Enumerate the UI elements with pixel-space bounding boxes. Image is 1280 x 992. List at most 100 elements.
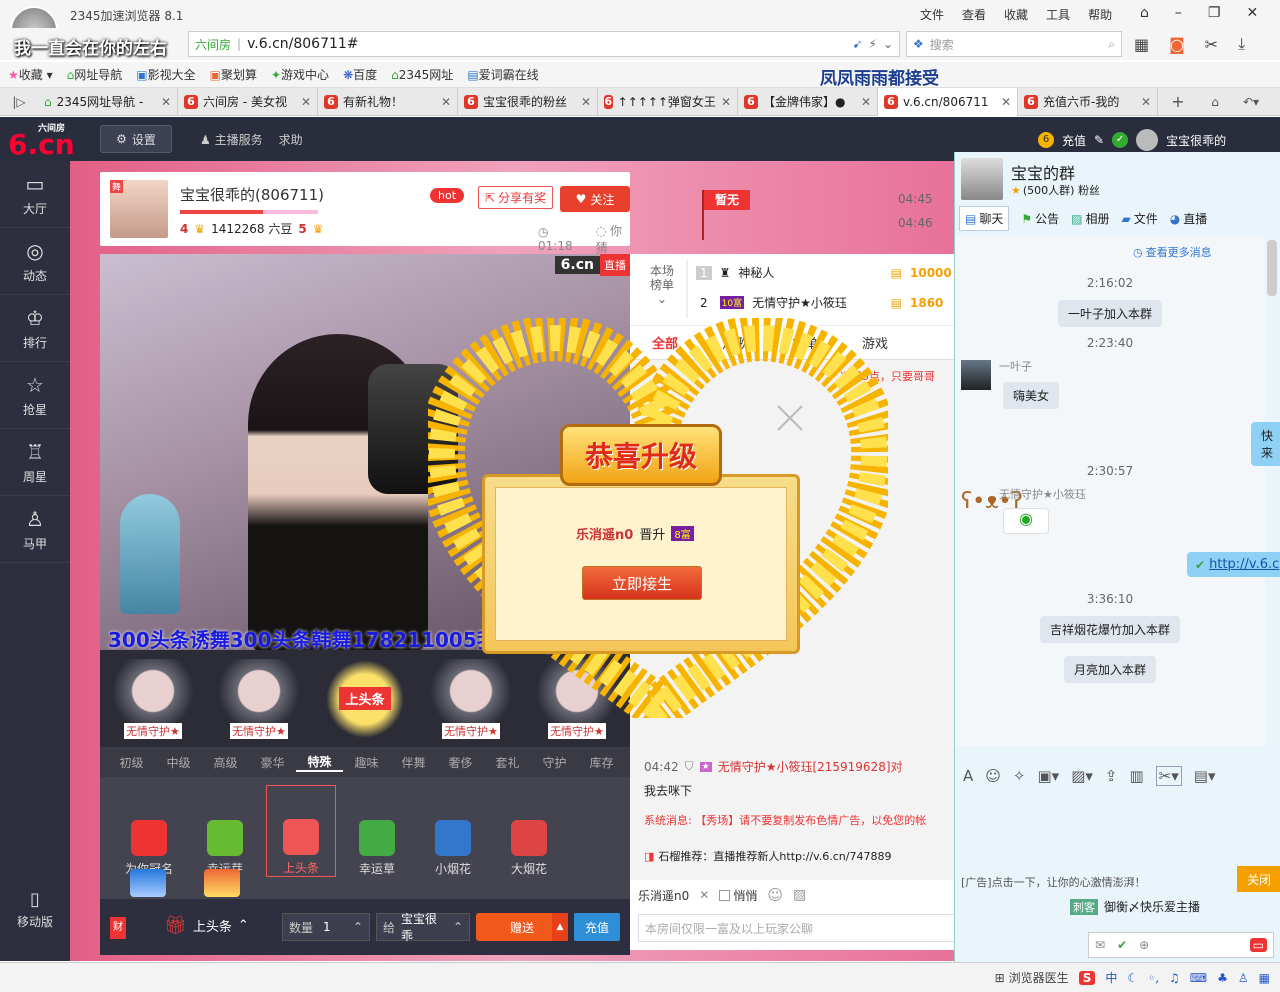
chevron-down-icon[interactable]: ⌄ <box>883 37 893 51</box>
tab-new-gift[interactable]: 6 有新礼物！ ✕ <box>318 87 458 116</box>
tab-gold[interactable]: 6 【金牌伟家】● ✕ <box>738 87 878 116</box>
font-icon[interactable]: A <box>963 767 973 785</box>
recipient-select[interactable]: 给 宝宝很乖 ⌃ <box>376 912 470 943</box>
help-link[interactable]: 求助 <box>279 131 303 148</box>
tab-close-icon[interactable]: ✕ <box>1141 95 1151 109</box>
tab-close-icon[interactable]: ✕ <box>301 95 311 109</box>
close-button[interactable]: 关闭 <box>1237 866 1280 892</box>
tab-close-icon[interactable]: ✕ <box>861 95 871 109</box>
ime-chinese-icon[interactable]: 中 <box>1105 969 1117 986</box>
address-bar[interactable]: 六间房 | v.6.cn/806711# ➹ ⚡ ⌄ <box>188 31 900 57</box>
bookmark-games[interactable]: ✦游戏中心 <box>271 66 329 83</box>
gift-category[interactable]: 库存 <box>578 754 625 771</box>
emoji-icon[interactable]: ☺ <box>767 886 783 904</box>
menu-tools[interactable]: 工具 <box>1046 6 1070 23</box>
more-icon[interactable]: ▤▾ <box>1194 767 1216 785</box>
download-icon[interactable]: ⤓ <box>1238 34 1245 54</box>
tab-current[interactable]: 6 v.6.cn/806711 ✕ <box>878 87 1018 116</box>
qq-tab-chat[interactable]: ▤ 聊天 <box>959 206 1010 231</box>
nav-feed[interactable]: ◎ 动态 <box>0 228 70 295</box>
maximize-icon[interactable]: ❐ <box>1208 5 1221 21</box>
search-box[interactable]: ❖ 搜索 ⌕ <box>906 31 1122 57</box>
bookmark-juhuasuan[interactable]: ▣聚划算 <box>210 66 257 83</box>
target-close-icon[interactable]: ✕ <box>699 888 709 902</box>
search-icon[interactable]: ⌕ <box>1108 37 1115 52</box>
gift-item[interactable]: 小烟花 <box>418 785 488 877</box>
minimize-icon[interactable]: – <box>1175 5 1182 21</box>
bookmark-iciba[interactable]: ▤爱词霸在线 <box>467 66 538 83</box>
qq-tab-live[interactable]: ◕ 直播 <box>1170 210 1208 227</box>
share-button[interactable]: ⇱ 分享有奖 <box>478 186 554 209</box>
qq-tab-album[interactable]: ▨ 相册 <box>1071 210 1109 227</box>
tab-fans[interactable]: 6 宝宝很乖的粉丝 ✕ <box>458 87 598 116</box>
settings-button[interactable]: ⚙ 设置 <box>100 125 172 153</box>
quantity-stepper[interactable]: 数量 1 ⌃ <box>282 913 370 941</box>
search-input[interactable]: 搜索 <box>930 36 954 53</box>
recharge-link[interactable]: 充值 <box>1062 132 1086 149</box>
selected-gift[interactable]: 🎁︎ 上头条 ⌃ <box>164 915 249 936</box>
recharge-button[interactable]: 充值 <box>574 913 620 941</box>
bookmark-2345[interactable]: ⌂2345网址 <box>391 66 453 83</box>
ad-text[interactable]: [广告]点击一下，让你的心激情澎湃！ <box>961 874 1146 890</box>
site-logo[interactable]: 六间房 6.cn <box>8 121 75 159</box>
member-avatar[interactable] <box>961 360 991 390</box>
bookmark-baidu[interactable]: ❋百度 <box>343 66 377 83</box>
close-icon[interactable]: ✕ <box>1246 5 1258 21</box>
tab-recharge[interactable]: 6 充值六币-我的 ✕ <box>1018 87 1158 116</box>
anchor-service-link[interactable]: ♟ 主播服务 <box>200 131 263 148</box>
punct-icon[interactable]: ◦, <box>1148 971 1159 985</box>
message-icon[interactable]: ▭ <box>1249 938 1267 952</box>
header-username[interactable]: 宝宝很乖的 <box>1166 132 1226 149</box>
image-icon[interactable]: ▨ <box>793 887 806 903</box>
tab-close-icon[interactable]: ✕ <box>161 95 171 109</box>
bookmark-favorites[interactable]: ★收藏 ▾ <box>8 66 53 83</box>
tools-icon[interactable]: ✂ <box>1205 35 1218 54</box>
follow-button[interactable]: ♥ 关注 <box>560 186 630 212</box>
rank-row[interactable]: 1 ♜ 神秘人 ▤ 10000 <box>696 264 952 281</box>
skin-icon[interactable]: ⌂ <box>1140 5 1149 21</box>
browser-doctor[interactable]: ⊞ 浏览器医生 <box>995 969 1069 986</box>
moon-icon[interactable]: ☾ <box>1127 971 1138 985</box>
showcase-item[interactable]: 无情守护★ <box>105 658 201 739</box>
undo-icon[interactable]: ↶▾ <box>1232 95 1270 109</box>
scrollbar[interactable] <box>1267 240 1277 296</box>
nav-weekly[interactable]: ♖ 周星 <box>0 429 70 496</box>
showcase-item[interactable]: 无情守护★ <box>211 658 307 739</box>
menu-help[interactable]: 帮助 <box>1088 6 1112 23</box>
new-tab-icon[interactable]: + <box>1158 92 1198 111</box>
gift-item[interactable]: 幸运草 <box>342 785 412 877</box>
gift-category[interactable]: 伴舞 <box>390 754 437 771</box>
address-url[interactable]: v.6.cn/806711# <box>247 36 358 52</box>
tab-popup-queen[interactable]: 6 ↑↑↑↑↑弹窗女王 ✕ <box>598 87 738 116</box>
menu-view[interactable]: 查看 <box>962 6 986 23</box>
gift-item[interactable]: 上头条 <box>266 785 336 877</box>
skin-icon[interactable]: ♣ <box>1217 971 1228 985</box>
tab-close-icon[interactable]: ✕ <box>1001 95 1011 109</box>
qq-tab-notice[interactable]: ⚑ 公告 <box>1021 210 1059 227</box>
gift-icon[interactable]: ▥ <box>1129 767 1143 785</box>
zoom-icon[interactable]: ⊕ <box>1139 938 1149 952</box>
wealth-icon[interactable]: 财 <box>110 917 126 939</box>
chat-input[interactable]: 本房间仅限一富及以上玩家公聊 <box>638 914 978 942</box>
bear-avatar[interactable]: ʕ•ᴥ•ʔ <box>961 488 1023 518</box>
mic-icon[interactable]: ♫ <box>1169 971 1180 985</box>
check-icon[interactable]: ✔ <box>1117 938 1127 952</box>
tab-close-icon[interactable]: ✕ <box>721 95 731 109</box>
chat-target[interactable]: 乐消遥n0 <box>638 887 689 904</box>
game-icon[interactable]: ◙ <box>1169 35 1185 54</box>
user-avatar-small[interactable] <box>1136 129 1159 151</box>
tab-close-icon[interactable]: ✕ <box>581 95 591 109</box>
gift-category[interactable]: 套礼 <box>484 754 531 771</box>
shirt-icon[interactable]: ♙ <box>1238 971 1249 985</box>
rank-row[interactable]: 2 10富 无情守护★小筱珏 ▤ 1860 <box>696 294 950 311</box>
gift-category[interactable]: 守护 <box>531 754 578 771</box>
accept-button[interactable]: 立即接生 <box>582 566 702 600</box>
keyboard-icon[interactable]: ⌨ <box>1190 971 1207 985</box>
edit-icon[interactable]: ✎ <box>1094 133 1104 147</box>
restore-tab-icon[interactable]: ⌂ <box>1198 95 1232 109</box>
gift-category[interactable]: 趣味 <box>343 754 390 771</box>
gift-category[interactable]: 奢侈 <box>437 754 484 771</box>
give-dropdown-icon[interactable]: ▲ <box>552 913 568 941</box>
screenshot-icon[interactable]: ▣▾ <box>1037 767 1059 785</box>
gift-category[interactable]: 豪华 <box>249 754 296 771</box>
